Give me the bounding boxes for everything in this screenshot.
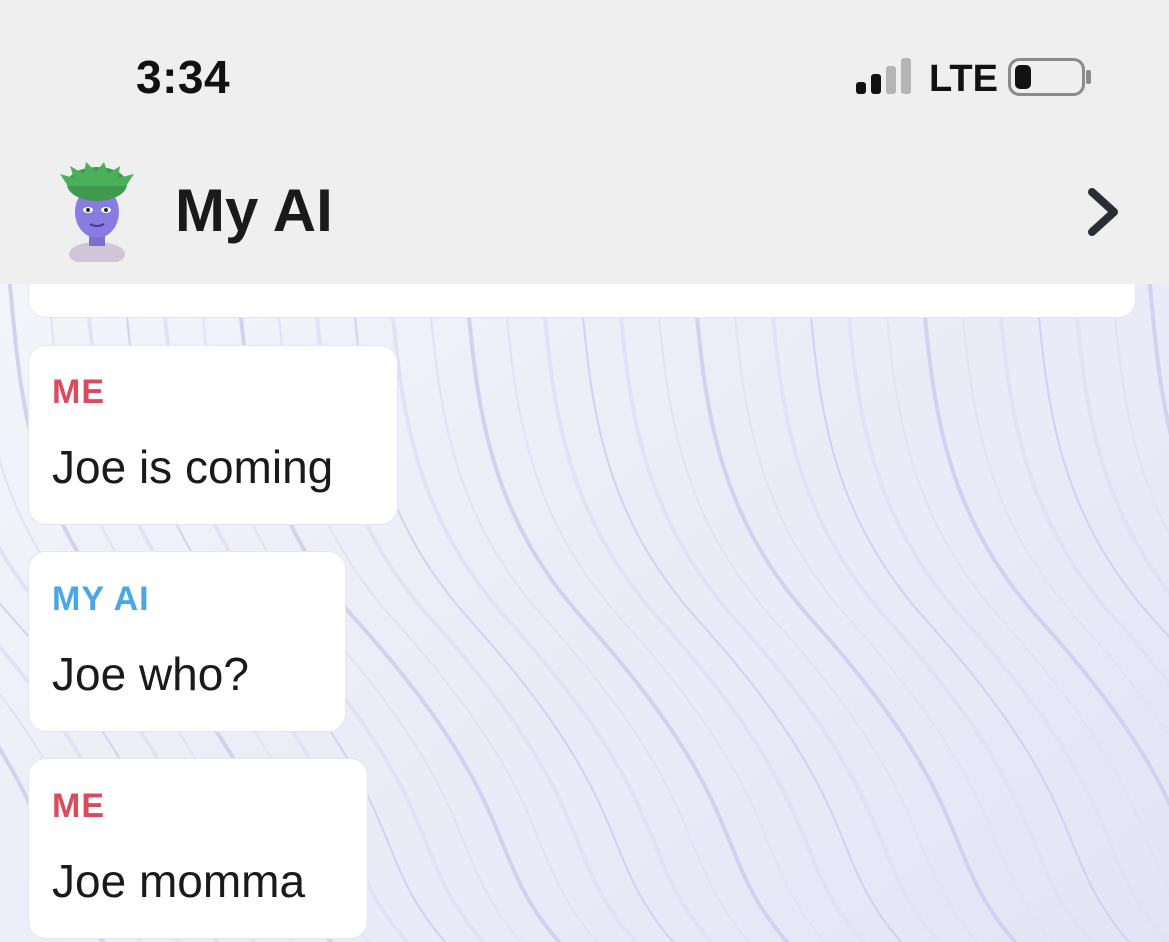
message-bubble[interactable]: ME Joe momma xyxy=(28,758,368,939)
sender-label: ME xyxy=(52,373,105,411)
chat-screen: 3:34 LTE My AI ME Joe is coming MY AI Jo… xyxy=(0,0,1169,942)
chevron-right-icon[interactable] xyxy=(1080,184,1126,240)
message-text: Joe is coming xyxy=(52,441,334,493)
network-type: LTE xyxy=(929,58,998,100)
bitmoji-avatar-icon[interactable] xyxy=(56,162,138,262)
status-time: 3:34 xyxy=(136,51,231,103)
message-bubble[interactable]: ME Joe is coming xyxy=(28,345,398,525)
sender-label: MY AI xyxy=(52,580,150,618)
top-bar: 3:34 LTE My AI xyxy=(0,0,1169,284)
signal-strength-icon xyxy=(856,58,911,94)
chat-title[interactable]: My AI xyxy=(175,176,333,245)
message-text: Joe momma xyxy=(52,855,306,907)
message-bubble[interactable]: MY AI Joe who? xyxy=(28,551,346,732)
battery-icon xyxy=(1008,58,1091,96)
sender-label: ME xyxy=(52,787,105,825)
message-text: Joe who? xyxy=(52,648,249,700)
